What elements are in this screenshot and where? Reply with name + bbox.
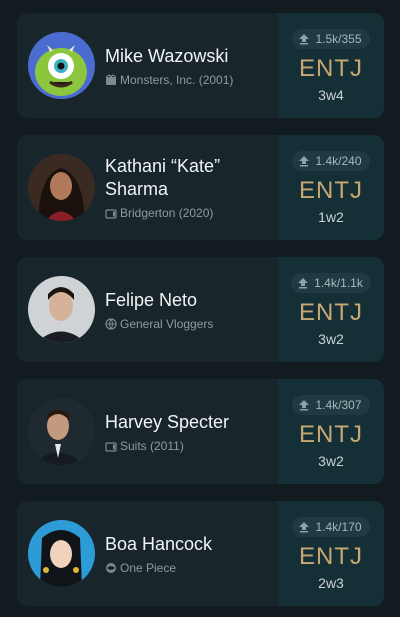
vote-stats: 1.4k/307 [292,394,370,415]
avatar[interactable] [28,398,95,465]
enneagram-type: 3w2 [318,330,344,347]
profile-info[interactable]: Boa Hancock One Piece [17,501,278,606]
mbti-type: ENTJ [299,542,363,570]
vote-icon [298,521,310,533]
globe-icon [105,317,117,330]
profile-name[interactable]: Mike Wazowski [105,45,233,68]
profile-source[interactable]: General Vloggers [105,317,213,331]
profile-name[interactable]: Felipe Neto [105,289,213,312]
vote-count: 1.4k/170 [315,519,362,534]
enneagram-type: 3w4 [318,86,344,103]
profile-card[interactable]: Harvey Specter Suits (2011) 1.4k/307 ENT… [17,379,384,484]
profile-info[interactable]: Felipe Neto General Vloggers [17,257,278,362]
source-label: One Piece [120,560,177,575]
source-label: Suits (2011) [120,438,184,453]
tv-icon [105,440,117,452]
source-label: Bridgerton (2020) [120,206,214,220]
profile-info[interactable]: Mike Wazowski Monsters, Inc. (2001) [17,13,278,118]
profile-source[interactable]: Suits (2011) [105,439,229,453]
profile-card[interactable]: Mike Wazowski Monsters, Inc. (2001) 1.5k… [17,13,384,118]
source-label: Monsters, Inc. (2001) [120,72,234,87]
enneagram-type: 1w2 [318,208,344,225]
profile-name[interactable]: Harvey Specter [105,411,229,434]
mbti-type: ENTJ [299,54,363,82]
vote-count: 1.4k/240 [315,153,362,168]
personality-panel[interactable]: 1.4k/170 ENTJ 2w3 [278,501,384,606]
vote-stats: 1.5k/355 [292,28,370,49]
movie-icon [105,73,117,86]
profile-list: Mike Wazowski Monsters, Inc. (2001) 1.5k… [0,0,400,617]
profile-info[interactable]: Harvey Specter Suits (2011) [17,379,278,484]
personality-panel[interactable]: 1.4k/240 ENTJ 1w2 [278,135,384,240]
vote-stats: 1.4k/1.1k [291,272,371,293]
enneagram-type: 3w2 [318,452,344,469]
vote-icon [297,277,309,289]
vote-icon [298,33,310,45]
profile-card[interactable]: Kathani “Kate” Sharma Bridgerton (2020) … [17,135,384,240]
avatar[interactable] [28,276,95,343]
profile-card[interactable]: Felipe Neto General Vloggers 1.4k/1.1k E… [17,257,384,362]
avatar[interactable] [28,520,95,587]
vote-icon [298,399,310,411]
avatar[interactable] [28,32,95,99]
enneagram-type: 2w3 [318,574,344,591]
mbti-type: ENTJ [299,420,363,448]
personality-panel[interactable]: 1.5k/355 ENTJ 3w4 [278,13,384,118]
vote-count: 1.4k/1.1k [314,275,363,290]
vote-icon [298,155,310,167]
profile-name[interactable]: Boa Hancock [105,533,212,556]
profile-source[interactable]: One Piece [105,561,212,575]
personality-panel[interactable]: 1.4k/1.1k ENTJ 3w2 [278,257,384,362]
anime-icon [105,562,117,574]
mbti-type: ENTJ [299,176,363,204]
profile-name[interactable]: Kathani “Kate” Sharma [105,155,275,201]
source-label: General Vloggers [120,316,214,331]
profile-source[interactable]: Monsters, Inc. (2001) [105,73,233,87]
mbti-type: ENTJ [299,298,363,326]
vote-count: 1.5k/355 [315,31,362,46]
vote-stats: 1.4k/170 [292,516,370,537]
vote-stats: 1.4k/240 [292,150,370,171]
avatar[interactable] [28,154,95,221]
tv-icon [105,207,117,219]
vote-count: 1.4k/307 [315,397,362,412]
profile-card[interactable]: Boa Hancock One Piece 1.4k/170 ENTJ 2w3 [17,501,384,606]
profile-info[interactable]: Kathani “Kate” Sharma Bridgerton (2020) [17,135,278,240]
personality-panel[interactable]: 1.4k/307 ENTJ 3w2 [278,379,384,484]
profile-source[interactable]: Bridgerton (2020) [105,206,275,220]
